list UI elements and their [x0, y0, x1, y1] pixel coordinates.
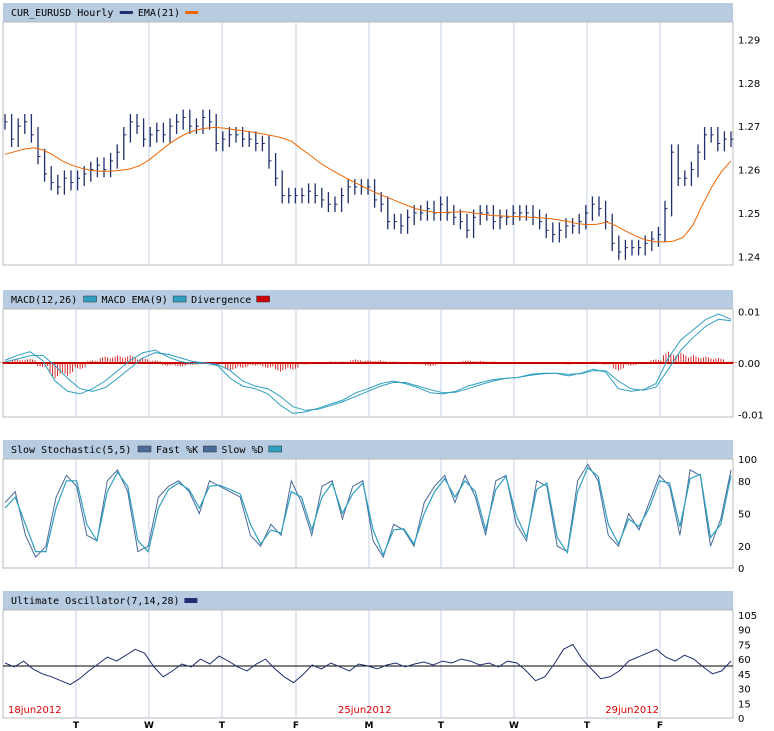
panel-title-3: Ultimate Oscillator(7,14,28): [11, 596, 180, 607]
day-label-2: T: [219, 721, 226, 731]
day-label-1: W: [144, 721, 154, 731]
legend-swatch-series: [119, 11, 133, 14]
panel-title-1: MACD(12,26): [11, 295, 77, 306]
legend-swatch-1-1: [256, 295, 270, 303]
y-tick-0-0: 1.29: [738, 35, 760, 46]
day-label-7: T: [584, 721, 591, 731]
legend-label-ema: EMA(21): [138, 8, 180, 19]
y-tick-2-2: 50: [738, 510, 751, 521]
x-date-label-2: 29jun2012: [605, 705, 659, 716]
y-tick-3-0: 105: [738, 611, 757, 622]
day-label-8: F: [657, 721, 663, 731]
legend-swatch-2-1: [268, 445, 282, 453]
legend-label-2-0: Fast %K: [156, 445, 198, 456]
y-tick-1-0: 0.01: [738, 308, 760, 319]
y-tick-2-1: 80: [738, 477, 751, 488]
y-tick-0-3: 1.26: [738, 166, 760, 177]
legend-swatch-2-main: [137, 445, 152, 453]
y-tick-3-1: 90: [738, 626, 751, 637]
legend-swatch-3-0: [184, 598, 198, 603]
y-tick-3-7: 0: [738, 714, 744, 725]
legend-label-2-1: Slow %D: [221, 445, 263, 456]
y-tick-2-0: 100: [738, 455, 757, 466]
legend-swatch-2-0: [203, 445, 217, 453]
legend-label-1-1: Divergence: [191, 295, 251, 306]
day-label-5: T: [438, 721, 445, 731]
y-tick-2-4: 0: [738, 564, 744, 575]
y-tick-0-5: 1.24: [738, 252, 760, 263]
legend-swatch-ema: [185, 11, 199, 14]
plot-area-0: [2, 21, 734, 266]
y-tick-3-5: 30: [738, 685, 751, 696]
stock-chart: CUR_EURUSD Hourly EMA(21) 1.29 1.28 1.27 1.26…: [0, 3, 764, 731]
panel-title-0: CUR_EURUSD Hourly: [11, 8, 113, 19]
day-label-4: M: [365, 721, 374, 731]
panel-title-2: Slow Stochastic(5,5): [11, 445, 131, 456]
day-label-3: F: [293, 721, 299, 731]
x-date-label-0: 18jun2012: [8, 705, 62, 716]
y-tick-3-2: 75: [738, 640, 751, 651]
legend-label-1-0: MACD EMA(9): [102, 295, 168, 306]
y-tick-1-1: 0.00: [738, 359, 760, 370]
plot-area-3: [2, 609, 734, 719]
legend-swatch-1-main: [83, 295, 97, 303]
day-label-6: W: [509, 721, 519, 731]
y-tick-0-2: 1.27: [738, 122, 760, 133]
x-date-label-1: 25jun2012: [338, 705, 392, 716]
legend-swatch-1-0: [172, 295, 187, 303]
day-label-0: T: [73, 721, 80, 731]
y-tick-0-4: 1.25: [738, 209, 760, 220]
y-tick-1-2: -0.01: [738, 410, 764, 421]
y-tick-3-4: 45: [738, 670, 751, 681]
y-tick-0-1: 1.28: [738, 79, 760, 90]
y-tick-3-6: 15: [738, 699, 751, 710]
y-tick-2-3: 20: [738, 542, 751, 553]
y-tick-3-3: 60: [738, 655, 751, 666]
